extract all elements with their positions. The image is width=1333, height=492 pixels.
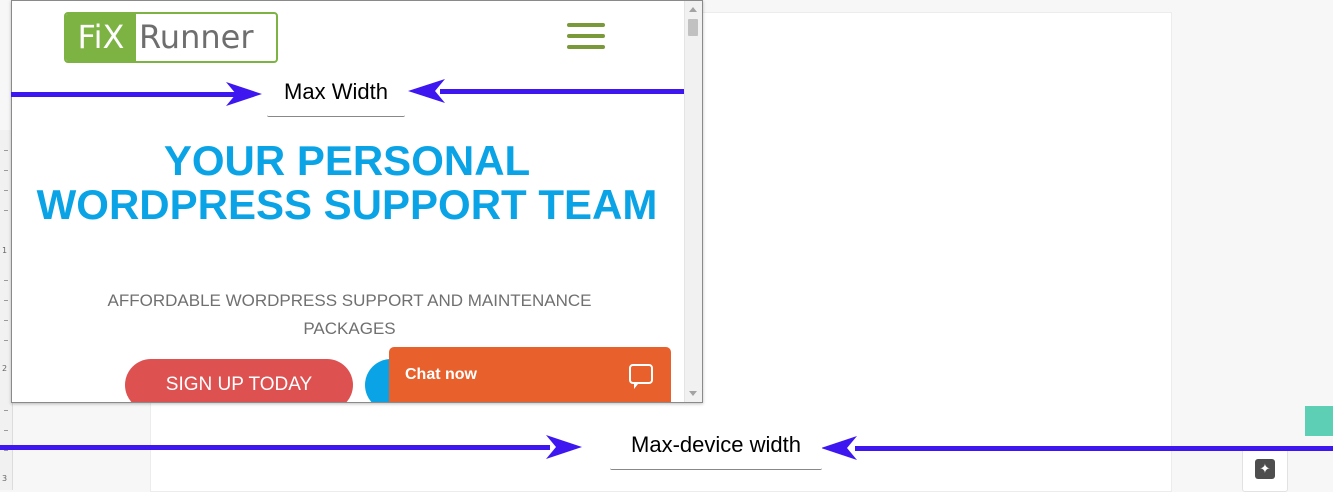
ruler-number: 2 [2, 364, 8, 373]
ruler-number: 1 [2, 246, 8, 255]
hero-subtitle: AFFORDABLE WORDPRESS SUPPORT AND MAINTEN… [107, 291, 592, 338]
chat-now-widget[interactable]: Chat now [389, 347, 671, 402]
fixrunner-logo[interactable]: FiX Runner [64, 12, 278, 63]
logo-fix-text: FiX [66, 14, 136, 61]
chat-bubble-icon [629, 364, 653, 389]
scroll-up-arrow-icon[interactable] [689, 7, 697, 12]
max-width-label: Max Width [267, 70, 405, 117]
mobile-preview-window: FiX Runner YOUR PERSONAL WORDPRESS SUPPO… [11, 0, 703, 403]
side-panel-tab[interactable] [1305, 406, 1333, 436]
hamburger-menu-icon[interactable] [567, 23, 607, 51]
chat-label: Chat now [405, 366, 477, 383]
scroll-thumb[interactable] [688, 19, 698, 36]
explore-button[interactable]: ✦ [1242, 446, 1288, 492]
vertical-scrollbar[interactable] [684, 1, 702, 402]
logo-runner-text: Runner [139, 18, 254, 56]
sign-up-button[interactable]: SIGN UP TODAY [125, 359, 353, 402]
ruler-number: 3 [2, 474, 8, 483]
max-device-width-label: Max-device width [610, 423, 822, 470]
sparkle-icon: ✦ [1255, 459, 1275, 479]
hero-title: YOUR PERSONAL WORDPRESS SUPPORT TEAM [36, 137, 658, 228]
scroll-down-arrow-icon[interactable] [689, 391, 697, 396]
